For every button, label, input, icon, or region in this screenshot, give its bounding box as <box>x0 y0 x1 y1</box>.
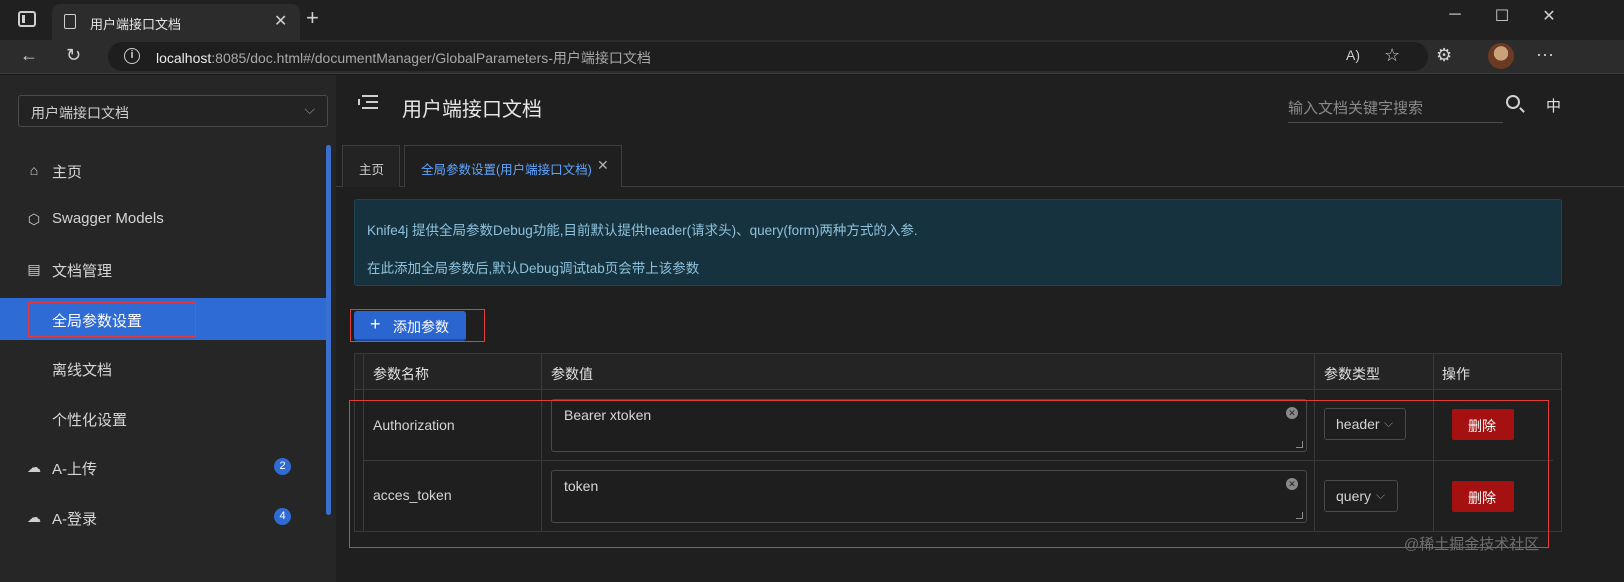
profile-avatar[interactable] <box>1488 43 1514 69</box>
cloud-icon: ☁ <box>27 459 41 475</box>
watermark: @稀土掘金技术社区 <box>1404 536 1540 553</box>
browser-toolbar: ← ↻ i localhost:8085/doc.html#/documentM… <box>0 40 1624 74</box>
close-icon[interactable]: ✕ <box>597 157 609 174</box>
column-header-type: 参数类型 <box>1324 366 1380 382</box>
search-input[interactable]: 输入文档关键字搜索 <box>1288 93 1503 123</box>
highlight-box <box>349 400 1549 548</box>
url-text: localhost:8085/doc.html#/documentManager… <box>156 50 651 66</box>
tab-label: 全局参数设置(用户端接口文档) <box>421 163 592 177</box>
sidebar-item-label: 主页 <box>52 164 83 181</box>
new-tab-icon[interactable]: + <box>306 5 319 31</box>
page-title: 用户端接口文档 <box>402 99 542 121</box>
alert-line-2: 在此添加全局参数后,默认Debug调试tab页会带上该参数 <box>367 261 700 276</box>
table-header: 参数名称 参数值 参数类型 操作 <box>355 354 1561 390</box>
app-header: 用户端接口文档 输入文档关键字搜索 中 <box>336 75 1624 137</box>
column-header-value: 参数值 <box>551 366 593 382</box>
menu-fold-icon[interactable] <box>358 95 378 111</box>
back-icon[interactable]: ← <box>20 45 38 66</box>
add-parameter-button[interactable]: + 添加参数 <box>354 311 466 341</box>
page-icon <box>64 14 76 29</box>
tab-label: 主页 <box>359 163 385 177</box>
sidebar-scrollbar[interactable] <box>326 145 331 515</box>
column-header-name: 参数名称 <box>373 366 429 382</box>
close-tab-icon[interactable]: ✕ <box>274 11 287 31</box>
language-switch[interactable]: 中 <box>1546 95 1561 116</box>
minimize-icon[interactable]: ─ <box>1440 6 1470 24</box>
refresh-icon[interactable]: ↻ <box>66 45 81 66</box>
cloud-icon: ☁ <box>27 509 41 525</box>
browser-tab-title: 用户端接口文档 <box>90 17 182 32</box>
add-parameter-label: 添加参数 <box>393 319 449 335</box>
info-alert: Knife4j 提供全局参数Debug功能,目前默认提供header(请求头)、… <box>354 199 1562 286</box>
doc-select-value: 用户端接口文档 <box>31 105 129 121</box>
read-aloud-icon[interactable]: A) <box>1346 47 1360 63</box>
browser-tab[interactable]: 用户端接口文档 ✕ <box>52 4 300 40</box>
alert-line-1: Knife4j 提供全局参数Debug功能,目前默认提供header(请求头)、… <box>367 223 918 238</box>
search-icon[interactable] <box>1506 95 1520 109</box>
sidebar-item-label: 离线文档 <box>52 362 113 379</box>
sidebar-item-label: A-登录 <box>52 511 98 528</box>
page: 用户端接口文档 ⌵ ⌂ 主页 ⬡ Swagger Models ▤ 文档管理 全… <box>0 75 1624 582</box>
site-info-icon[interactable]: i <box>124 48 140 64</box>
sidebar-item-login[interactable]: ☁ A-登录 4 <box>0 497 326 537</box>
sidebar-item-label: Swagger Models <box>52 210 164 227</box>
count-badge: 4 <box>274 508 291 525</box>
extensions-icon[interactable]: ⚙ <box>1436 45 1452 66</box>
browser-titlebar: 用户端接口文档 ✕ + ─ ☐ ✕ <box>0 0 1624 40</box>
count-badge: 2 <box>274 458 291 475</box>
sidebar-item-upload[interactable]: ☁ A-上传 2 <box>0 447 326 487</box>
more-icon[interactable]: ··· <box>1536 44 1554 65</box>
search-placeholder: 输入文档关键字搜索 <box>1288 100 1424 117</box>
sidebar-item-label: 全局参数设置 <box>52 313 143 330</box>
column-header-action: 操作 <box>1442 366 1470 382</box>
sidebar-item-home[interactable]: ⌂ 主页 <box>0 150 326 190</box>
address-bar[interactable]: i localhost:8085/doc.html#/documentManag… <box>108 42 1428 71</box>
tab-home[interactable]: 主页 <box>342 145 400 187</box>
sidebar-item-global-params[interactable]: 全局参数设置 <box>0 298 326 340</box>
sidebar-item-swagger-models[interactable]: ⬡ Swagger Models <box>0 199 326 239</box>
workspaces-icon[interactable] <box>18 11 36 27</box>
sidebar-item-offline-doc[interactable]: 离线文档 <box>0 348 326 388</box>
favorite-icon[interactable]: ☆ <box>1384 45 1400 66</box>
sidebar-item-label: A-上传 <box>52 461 98 478</box>
doc-select[interactable]: 用户端接口文档 ⌵ <box>18 95 328 127</box>
sidebar: 用户端接口文档 ⌵ ⌂ 主页 ⬡ Swagger Models ▤ 文档管理 全… <box>0 75 336 582</box>
window-close-icon[interactable]: ✕ <box>1534 6 1564 26</box>
home-icon: ⌂ <box>29 162 39 178</box>
chevron-down-icon: ⌵ <box>304 101 315 117</box>
model-icon: ⬡ <box>27 211 41 227</box>
tab-global-params[interactable]: 全局参数设置(用户端接口文档) ✕ <box>404 145 622 187</box>
plus-icon: + <box>370 314 381 334</box>
maximize-icon[interactable]: ☐ <box>1487 6 1517 26</box>
document-manage-icon: ▤ <box>27 261 41 277</box>
sidebar-item-document-manage[interactable]: ▤ 文档管理 <box>0 249 326 289</box>
sidebar-item-label: 个性化设置 <box>52 412 128 429</box>
sidebar-item-label: 文档管理 <box>52 263 113 280</box>
sidebar-item-personalize[interactable]: 个性化设置 <box>0 398 326 438</box>
